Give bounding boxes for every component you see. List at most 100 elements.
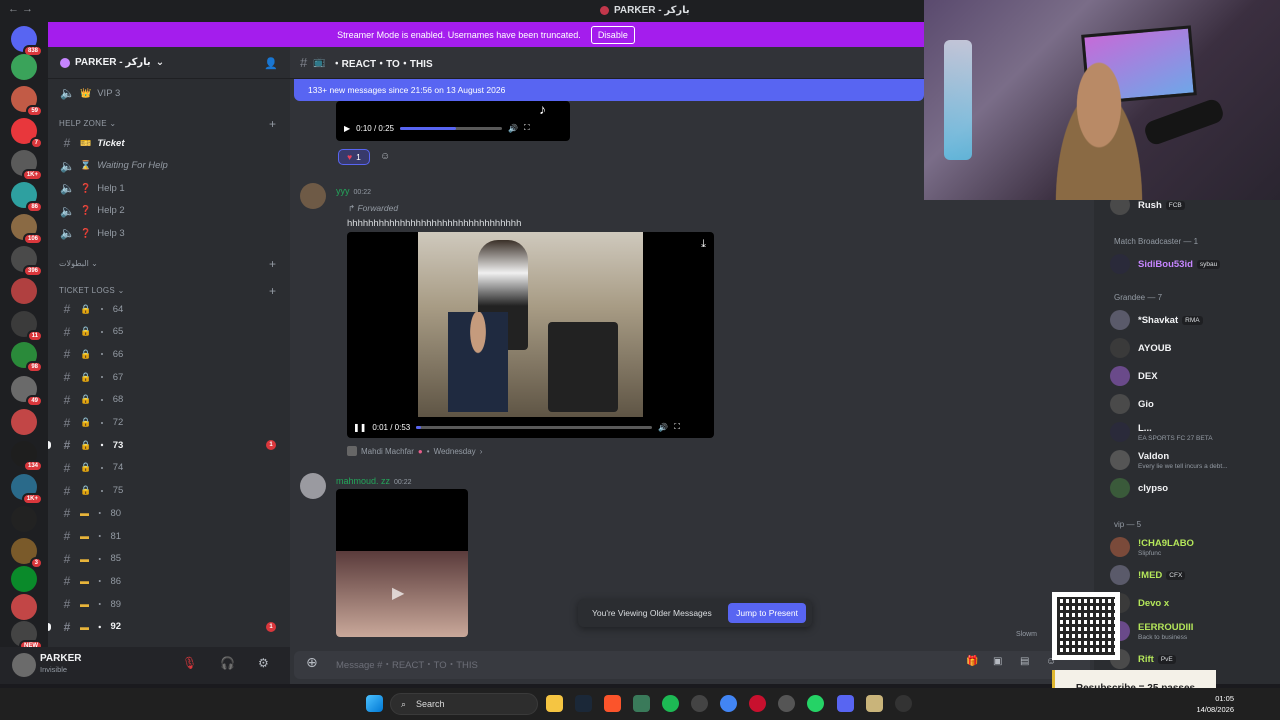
- nav-arrows[interactable]: ← →: [8, 3, 33, 15]
- server-icon[interactable]: [11, 594, 37, 620]
- message-author[interactable]: mahmoud. zz 00:22: [336, 476, 412, 486]
- channel-log-10[interactable]: # ▬ ・ 81: [48, 526, 290, 546]
- headphones-icon[interactable]: 🎧: [220, 656, 235, 670]
- member-item[interactable]: Devo x: [1110, 592, 1276, 614]
- add-attachment-icon[interactable]: ⊕: [306, 654, 318, 671]
- channel-log-0[interactable]: # 🔒 ・ 64: [48, 299, 290, 319]
- speedometer-icon[interactable]: [691, 695, 708, 712]
- member-item[interactable]: Valdon Every lie we tell incurs a debt...: [1110, 449, 1276, 471]
- server-icon[interactable]: [11, 566, 37, 592]
- server-icon[interactable]: NEW: [11, 621, 43, 652]
- server-icon[interactable]: 134: [11, 441, 43, 472]
- member-item[interactable]: Rush FCB: [1110, 200, 1276, 216]
- channel-log-6[interactable]: # 🔒 ・ 73 1: [48, 435, 290, 455]
- category-ticket-logs[interactable]: TICKET LOGS ⌄: [59, 286, 125, 295]
- server-icon[interactable]: 49: [11, 376, 43, 407]
- channel-help-3[interactable]: 🔈 ❓ Help 2: [48, 201, 290, 221]
- sticker-icon[interactable]: ▤: [1020, 656, 1029, 667]
- add-channel-icon[interactable]: +: [269, 284, 276, 298]
- invite-people-icon[interactable]: 👤: [264, 57, 278, 70]
- server-icon[interactable]: 86: [11, 182, 43, 213]
- video-progress[interactable]: [399, 126, 502, 130]
- forward-source[interactable]: Mahdi Machfar ● • Wednesday ›: [347, 446, 482, 456]
- volume-icon[interactable]: 🔊: [658, 423, 668, 432]
- chrome-icon[interactable]: [720, 695, 737, 712]
- category-help-zone[interactable]: HELP ZONE ⌄: [59, 119, 116, 128]
- member-item[interactable]: *Shavkat RMA: [1110, 309, 1276, 331]
- server-icon[interactable]: 1K+: [11, 474, 43, 505]
- member-item[interactable]: L... EA SPORTS FC 27 BETA: [1110, 421, 1276, 443]
- channel-log-8[interactable]: # 🔒 ・ 75: [48, 481, 290, 501]
- jump-to-present-button[interactable]: Jump to Present: [728, 603, 806, 623]
- add-channel-icon[interactable]: +: [269, 117, 276, 131]
- app-icon[interactable]: [633, 695, 650, 712]
- reaction-heart[interactable]: ♥ 1: [338, 149, 370, 165]
- server-icon[interactable]: [11, 409, 37, 435]
- server-icon[interactable]: 396: [11, 246, 43, 277]
- brave-icon[interactable]: [604, 695, 621, 712]
- settings-app-icon[interactable]: [778, 695, 795, 712]
- pause-icon[interactable]: ❚❚: [353, 423, 366, 432]
- video-progress[interactable]: [416, 425, 653, 429]
- channel-log-3[interactable]: # 🔒 ・ 67: [48, 367, 290, 387]
- channel-vip[interactable]: 🔈 👑 VIP 3: [48, 83, 290, 103]
- channel-log-2[interactable]: # 🔒 ・ 66: [48, 344, 290, 364]
- app-icon[interactable]: [866, 695, 883, 712]
- channel-log-9[interactable]: # ▬ ・ 80: [48, 503, 290, 523]
- taskbar-search[interactable]: ⌕ Search: [390, 693, 538, 715]
- server-icon[interactable]: 11: [11, 311, 43, 342]
- server-icon[interactable]: 106: [11, 214, 43, 245]
- play-icon[interactable]: ▶: [392, 583, 404, 603]
- gear-icon[interactable]: ⚙: [258, 656, 269, 670]
- disable-button[interactable]: Disable: [590, 25, 635, 44]
- volume-icon[interactable]: 🔊: [508, 124, 518, 133]
- new-messages-bar[interactable]: 133+ new messages since 21:56 on 13 Augu…: [294, 79, 924, 101]
- obs-icon[interactable]: [895, 695, 912, 712]
- avatar[interactable]: [300, 473, 326, 499]
- play-icon[interactable]: ▶: [344, 124, 350, 133]
- channel-log-11[interactable]: # ▬ ・ 85: [48, 549, 290, 569]
- server-icon[interactable]: 59: [11, 86, 43, 117]
- channel-help-1[interactable]: 🔈 ⌛ Waiting For Help: [48, 156, 290, 176]
- member-item[interactable]: clypso: [1110, 477, 1276, 499]
- taskbar-clock[interactable]: 01:05 14/08/2026: [1196, 693, 1234, 715]
- channel-log-14[interactable]: # ▬ ・ 92 1: [48, 617, 290, 637]
- video-player-main[interactable]: ⤓ ❚❚ 0:01 / 0:53 🔊 ⛶: [347, 232, 714, 438]
- server-icon[interactable]: [11, 54, 37, 80]
- avatar[interactable]: [12, 653, 36, 677]
- member-item[interactable]: Gio: [1110, 393, 1276, 415]
- video-player-second[interactable]: ▶: [336, 489, 468, 637]
- channel-log-7[interactable]: # 🔒 ・ 74: [48, 458, 290, 478]
- category-arabic[interactable]: البطولات ⌄: [59, 259, 98, 268]
- add-channel-icon[interactable]: +: [269, 257, 276, 271]
- member-item[interactable]: EERROUDIII Back to business: [1110, 620, 1276, 642]
- server-icon[interactable]: 7: [11, 118, 43, 149]
- server-icon[interactable]: 1K+: [11, 150, 43, 181]
- channel-help-2[interactable]: 🔈 ❓ Help 1: [48, 178, 290, 198]
- mic-muted-icon[interactable]: 🎙: [182, 656, 197, 670]
- server-header[interactable]: PARKER - باركر ⌄ 👤: [48, 47, 290, 79]
- server-icon[interactable]: [11, 506, 37, 532]
- channel-log-12[interactable]: # ▬ ・ 86: [48, 571, 290, 591]
- file-explorer-icon[interactable]: [546, 695, 563, 712]
- gift-icon[interactable]: 🎁: [966, 656, 978, 667]
- fullscreen-icon[interactable]: ⛶: [674, 422, 680, 432]
- download-icon[interactable]: ⤓: [701, 238, 706, 251]
- gif-icon[interactable]: ▣: [993, 656, 1002, 667]
- message-input[interactable]: Message #・REACT・TO・THIS: [336, 657, 478, 671]
- channel-log-4[interactable]: # 🔒 ・ 68: [48, 390, 290, 410]
- add-reaction-icon[interactable]: ☺: [380, 151, 390, 162]
- member-item[interactable]: !MED CFX: [1110, 564, 1276, 586]
- channel-help-0[interactable]: # 🎫 Ticket: [48, 133, 290, 153]
- server-icon[interactable]: 98: [11, 342, 43, 373]
- channel-log-13[interactable]: # ▬ ・ 89: [48, 594, 290, 614]
- channel-log-1[interactable]: # 🔒 ・ 65: [48, 322, 290, 342]
- member-item[interactable]: !CHA9LABO Slipfunc: [1110, 536, 1276, 558]
- member-item[interactable]: Rift PvE: [1110, 648, 1276, 670]
- steam-icon[interactable]: [575, 695, 592, 712]
- server-icon[interactable]: 3: [11, 538, 43, 569]
- server-icon[interactable]: [11, 278, 37, 304]
- member-item[interactable]: AYOUB: [1110, 337, 1276, 359]
- discord-icon[interactable]: [837, 695, 854, 712]
- server-icon[interactable]: 838: [11, 26, 43, 57]
